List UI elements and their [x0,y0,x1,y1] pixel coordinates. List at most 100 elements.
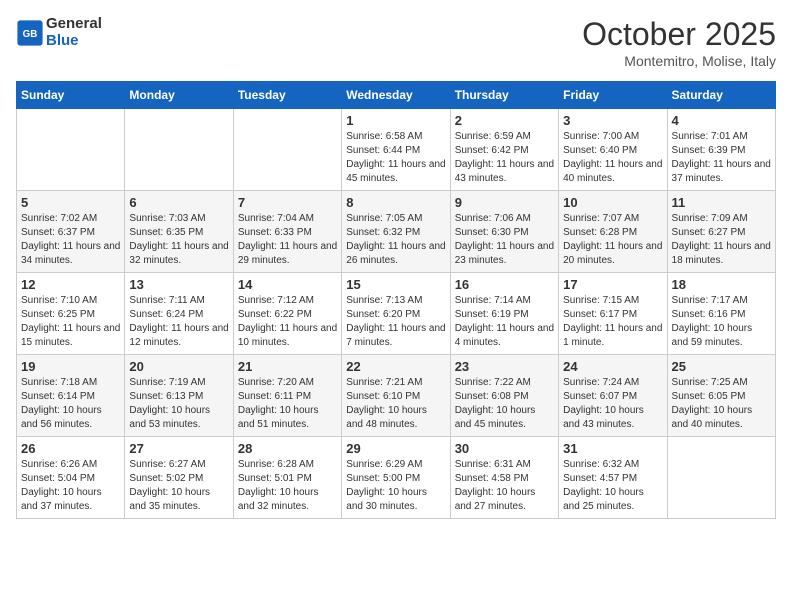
calendar-cell: 17Sunrise: 7:15 AM Sunset: 6:17 PM Dayli… [559,273,667,355]
day-number: 10 [563,195,662,210]
weekday-header-wednesday: Wednesday [342,82,450,109]
logo-text-line2: Blue [46,33,102,50]
day-info: Sunrise: 7:12 AM Sunset: 6:22 PM Dayligh… [238,294,337,350]
day-info: Sunrise: 7:13 AM Sunset: 6:20 PM Dayligh… [346,294,445,350]
calendar-cell: 29Sunrise: 6:29 AM Sunset: 5:00 PM Dayli… [342,437,450,519]
calendar-week-3: 12 Sunrise: 7:10 AM Sunset: 6:25 PM Dayli… [17,273,776,355]
day-info: Sunrise: 6:29 AM Sunset: 5:00 PM Dayligh… [346,458,445,514]
calendar-cell: 10Sunrise: 7:07 AM Sunset: 6:28 PM Dayli… [559,191,667,273]
day-number: 17 [563,277,662,292]
page-header: GB General Blue October 2025 Montemitro,… [16,16,776,69]
calendar-cell: 22 Sunrise: 7:21 AM Sunset: 6:10 PM Dayli… [342,355,450,437]
day-info: Sunrise: 7:00 AM Sunset: 6:40 PM Dayligh… [563,130,662,186]
calendar-cell: 21 Sunrise: 7:20 AM Sunset: 6:11 PM Dayli… [233,355,341,437]
logo-icon: GB [16,19,44,47]
day-info: Sunrise: 7:21 AM Sunset: 6:10 PM Dayligh… [346,376,445,432]
calendar-cell: 7Sunrise: 7:04 AM Sunset: 6:33 PM Daylig… [233,191,341,273]
day-info: Sunrise: 6:58 AM Sunset: 6:44 PM Dayligh… [346,130,445,186]
calendar-cell: 14Sunrise: 7:12 AM Sunset: 6:22 PM Dayli… [233,273,341,355]
day-number: 7 [238,195,337,210]
day-number: 31 [563,441,662,456]
calendar-cell: 23 Sunrise: 7:22 AM Sunset: 6:08 PM Dayli… [450,355,558,437]
calendar-cell [233,109,341,191]
day-info: Sunrise: 6:27 AM Sunset: 5:02 PM Dayligh… [129,458,228,514]
weekday-header-thursday: Thursday [450,82,558,109]
calendar-cell: 16 Sunrise: 7:14 AM Sunset: 6:19 PM Dayli… [450,273,558,355]
calendar-cell: 28 Sunrise: 6:28 AM Sunset: 5:01 PM Dayli… [233,437,341,519]
calendar-cell: 1Sunrise: 6:58 AM Sunset: 6:44 PM Daylig… [342,109,450,191]
calendar-cell: 27 Sunrise: 6:27 AM Sunset: 5:02 PM Dayli… [125,437,233,519]
day-number: 12 [21,277,120,292]
calendar-week-2: 5 Sunrise: 7:02 AM Sunset: 6:37 PM Daylig… [17,191,776,273]
calendar-week-1: 1Sunrise: 6:58 AM Sunset: 6:44 PM Daylig… [17,109,776,191]
day-number: 20 [129,359,228,374]
calendar-cell [667,437,775,519]
day-info: Sunrise: 7:20 AM Sunset: 6:11 PM Dayligh… [238,376,337,432]
day-number: 23 [455,359,554,374]
day-info: Sunrise: 7:09 AM Sunset: 6:27 PM Dayligh… [672,212,771,268]
day-number: 3 [563,113,662,128]
day-info: Sunrise: 7:18 AM Sunset: 6:14 PM Dayligh… [21,376,120,432]
calendar-cell: 5 Sunrise: 7:02 AM Sunset: 6:37 PM Daylig… [17,191,125,273]
calendar-cell: 15 Sunrise: 7:13 AM Sunset: 6:20 PM Dayli… [342,273,450,355]
calendar-cell: 19 Sunrise: 7:18 AM Sunset: 6:14 PM Dayli… [17,355,125,437]
calendar-cell: 6Sunrise: 7:03 AM Sunset: 6:35 PM Daylig… [125,191,233,273]
calendar-cell: 2Sunrise: 6:59 AM Sunset: 6:42 PM Daylig… [450,109,558,191]
calendar-cell: 3 Sunrise: 7:00 AM Sunset: 6:40 PM Daylig… [559,109,667,191]
calendar-week-5: 26Sunrise: 6:26 AM Sunset: 5:04 PM Dayli… [17,437,776,519]
svg-text:GB: GB [23,29,38,40]
day-number: 21 [238,359,337,374]
day-number: 24 [563,359,662,374]
day-number: 26 [21,441,120,456]
day-number: 2 [455,113,554,128]
day-info: Sunrise: 6:32 AM Sunset: 4:57 PM Dayligh… [563,458,662,514]
calendar-cell: 12 Sunrise: 7:10 AM Sunset: 6:25 PM Dayli… [17,273,125,355]
calendar-cell: 24 Sunrise: 7:24 AM Sunset: 6:07 PM Dayli… [559,355,667,437]
calendar-cell: 8 Sunrise: 7:05 AM Sunset: 6:32 PM Daylig… [342,191,450,273]
calendar-cell: 11 Sunrise: 7:09 AM Sunset: 6:27 PM Dayli… [667,191,775,273]
title-section: October 2025 Montemitro, Molise, Italy [582,16,776,69]
day-info: Sunrise: 7:01 AM Sunset: 6:39 PM Dayligh… [672,130,771,186]
weekday-header-sunday: Sunday [17,82,125,109]
calendar-week-4: 19 Sunrise: 7:18 AM Sunset: 6:14 PM Dayli… [17,355,776,437]
logo: GB General Blue [16,16,102,49]
location: Montemitro, Molise, Italy [582,53,776,69]
day-number: 11 [672,195,771,210]
calendar-cell [125,109,233,191]
day-number: 19 [21,359,120,374]
weekday-header-friday: Friday [559,82,667,109]
header-row: SundayMondayTuesdayWednesdayThursdayFrid… [17,82,776,109]
day-number: 9 [455,195,554,210]
day-info: Sunrise: 7:24 AM Sunset: 6:07 PM Dayligh… [563,376,662,432]
day-number: 6 [129,195,228,210]
calendar-cell: 20Sunrise: 7:19 AM Sunset: 6:13 PM Dayli… [125,355,233,437]
calendar-cell: 4 Sunrise: 7:01 AM Sunset: 6:39 PM Daylig… [667,109,775,191]
calendar-cell: 25Sunrise: 7:25 AM Sunset: 6:05 PM Dayli… [667,355,775,437]
weekday-header-saturday: Saturday [667,82,775,109]
day-number: 4 [672,113,771,128]
day-number: 13 [129,277,228,292]
day-info: Sunrise: 7:10 AM Sunset: 6:25 PM Dayligh… [21,294,120,350]
calendar-cell: 9 Sunrise: 7:06 AM Sunset: 6:30 PM Daylig… [450,191,558,273]
day-number: 16 [455,277,554,292]
day-info: Sunrise: 7:14 AM Sunset: 6:19 PM Dayligh… [455,294,554,350]
day-number: 5 [21,195,120,210]
day-info: Sunrise: 7:25 AM Sunset: 6:05 PM Dayligh… [672,376,771,432]
day-info: Sunrise: 7:02 AM Sunset: 6:37 PM Dayligh… [21,212,120,268]
day-info: Sunrise: 7:05 AM Sunset: 6:32 PM Dayligh… [346,212,445,268]
calendar-cell: 31 Sunrise: 6:32 AM Sunset: 4:57 PM Dayli… [559,437,667,519]
calendar-table: SundayMondayTuesdayWednesdayThursdayFrid… [16,81,776,519]
calendar-cell: 18Sunrise: 7:17 AM Sunset: 6:16 PM Dayli… [667,273,775,355]
day-info: Sunrise: 7:17 AM Sunset: 6:16 PM Dayligh… [672,294,771,350]
day-info: Sunrise: 7:06 AM Sunset: 6:30 PM Dayligh… [455,212,554,268]
day-number: 8 [346,195,445,210]
day-info: Sunrise: 7:11 AM Sunset: 6:24 PM Dayligh… [129,294,228,350]
day-number: 28 [238,441,337,456]
day-info: Sunrise: 6:31 AM Sunset: 4:58 PM Dayligh… [455,458,554,514]
day-number: 27 [129,441,228,456]
day-number: 15 [346,277,445,292]
calendar-cell: 13 Sunrise: 7:11 AM Sunset: 6:24 PM Dayli… [125,273,233,355]
day-number: 22 [346,359,445,374]
day-info: Sunrise: 7:22 AM Sunset: 6:08 PM Dayligh… [455,376,554,432]
day-info: Sunrise: 6:28 AM Sunset: 5:01 PM Dayligh… [238,458,337,514]
